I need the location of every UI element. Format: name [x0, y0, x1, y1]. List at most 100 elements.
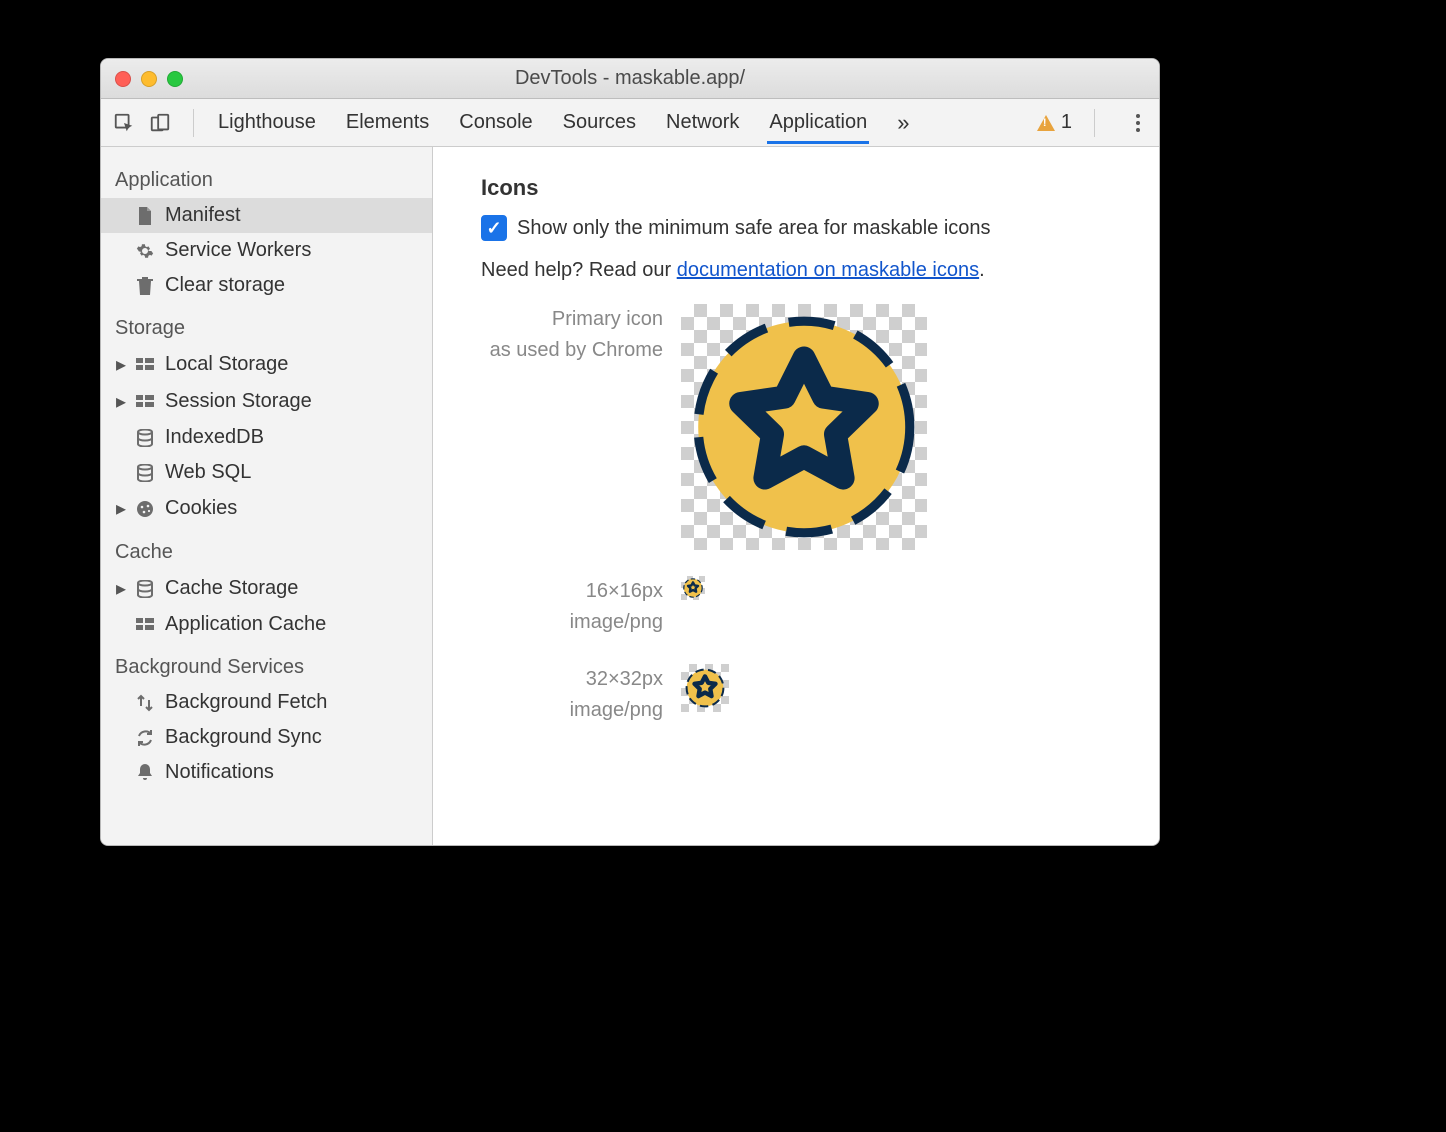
tab-application[interactable]: Application [767, 101, 869, 144]
sidebar-item-notifications[interactable]: Notifications [101, 755, 432, 790]
updown-icon [135, 693, 155, 713]
icons-heading: Icons [481, 175, 1119, 201]
sidebar-group-cache: Cache [101, 527, 432, 570]
icon-row-32: 32×32px image/png [481, 664, 1119, 726]
sidebar-item-clear-storage[interactable]: Clear storage [101, 268, 432, 303]
sidebar-item-label: Clear storage [165, 274, 285, 297]
window-controls [115, 71, 183, 87]
icon-label: 16×16px image/png [481, 576, 681, 638]
icon-label-line2: as used by Chrome [481, 335, 663, 366]
star-icon [689, 312, 919, 542]
content-pane: Icons ✓ Show only the minimum safe area … [433, 147, 1159, 845]
safe-area-checkbox-row[interactable]: ✓ Show only the minimum safe area for ma… [481, 215, 1119, 241]
inspect-element-icon[interactable] [113, 112, 135, 134]
sidebar-item-cache-storage[interactable]: ▸ Cache Storage [101, 570, 432, 607]
panel-tabs: Lighthouse Elements Console Sources Netw… [216, 100, 1023, 146]
icon-preview-32[interactable] [681, 664, 729, 712]
icon-label-line2: image/png [481, 607, 663, 638]
toolbar-separator [1094, 109, 1095, 137]
sidebar-item-manifest[interactable]: Manifest [101, 198, 432, 233]
database-icon [135, 463, 155, 483]
icon-label: 32×32px image/png [481, 664, 681, 726]
icon-row-16: 16×16px image/png [481, 576, 1119, 638]
window-title: DevTools - maskable.app/ [515, 67, 745, 90]
help-link[interactable]: documentation on maskable icons [677, 259, 979, 281]
cookie-icon [135, 499, 155, 519]
sidebar-item-label: Application Cache [165, 613, 326, 636]
sidebar-item-cookies[interactable]: ▸ Cookies [101, 490, 432, 527]
devtools-window: DevTools - maskable.app/ Lighthouse Elem… [100, 58, 1160, 846]
file-icon [135, 206, 155, 226]
tab-lighthouse[interactable]: Lighthouse [216, 101, 318, 144]
warnings-badge[interactable]: 1 [1037, 111, 1072, 134]
sidebar-item-label: Session Storage [165, 390, 312, 413]
warning-count: 1 [1061, 111, 1072, 134]
icon-preview-16[interactable] [681, 576, 705, 600]
sidebar-item-indexeddb[interactable]: IndexedDB [101, 420, 432, 455]
sidebar-item-background-fetch[interactable]: Background Fetch [101, 685, 432, 720]
help-suffix: . [979, 259, 985, 281]
icon-label-line1: 16×16px [481, 576, 663, 607]
sidebar-item-label: Background Fetch [165, 691, 327, 714]
bell-icon [135, 763, 155, 783]
icon-label-line1: Primary icon [481, 304, 663, 335]
sidebar-item-label: Cookies [165, 497, 237, 520]
sidebar-item-local-storage[interactable]: ▸ Local Storage [101, 346, 432, 383]
chevron-right-icon: ▸ [115, 496, 127, 521]
icon-label-line2: image/png [481, 695, 663, 726]
checkbox-icon[interactable]: ✓ [481, 215, 507, 241]
tab-console[interactable]: Console [457, 101, 534, 144]
grid-icon [135, 615, 155, 635]
sidebar-group-background-services: Background Services [101, 642, 432, 685]
sidebar-item-session-storage[interactable]: ▸ Session Storage [101, 383, 432, 420]
help-prefix: Need help? Read our [481, 259, 677, 281]
sidebar-item-service-workers[interactable]: Service Workers [101, 233, 432, 268]
chevron-right-icon: ▸ [115, 576, 127, 601]
tab-overflow-button[interactable]: » [895, 100, 911, 146]
warning-icon [1037, 115, 1055, 131]
sidebar-item-label: Local Storage [165, 353, 288, 376]
database-icon [135, 579, 155, 599]
tab-elements[interactable]: Elements [344, 101, 431, 144]
sidebar-item-label: Notifications [165, 761, 274, 784]
help-text: Need help? Read our documentation on mas… [481, 259, 1119, 282]
grid-icon [135, 355, 155, 375]
sidebar-item-label: Web SQL [165, 461, 251, 484]
sidebar-item-label: Cache Storage [165, 577, 298, 600]
sidebar-item-background-sync[interactable]: Background Sync [101, 720, 432, 755]
body: Application Manifest Service Workers Cle… [101, 147, 1159, 845]
icon-label-line1: 32×32px [481, 664, 663, 695]
devtools-toolbar: Lighthouse Elements Console Sources Netw… [101, 99, 1159, 147]
device-toolbar-icon[interactable] [149, 112, 171, 134]
sidebar-group-storage: Storage [101, 303, 432, 346]
star-icon [683, 578, 703, 598]
trash-icon [135, 276, 155, 296]
chevron-right-icon: ▸ [115, 389, 127, 414]
icon-label: Primary icon as used by Chrome [481, 304, 681, 366]
database-icon [135, 428, 155, 448]
toolbar-separator [193, 109, 194, 137]
tab-sources[interactable]: Sources [561, 101, 638, 144]
icon-row-primary: Primary icon as used by Chrome [481, 304, 1119, 550]
sidebar: Application Manifest Service Workers Cle… [101, 147, 433, 845]
titlebar: DevTools - maskable.app/ [101, 59, 1159, 99]
sidebar-group-application: Application [101, 155, 432, 198]
sidebar-item-label: Service Workers [165, 239, 311, 262]
sidebar-item-label: Manifest [165, 204, 241, 227]
close-window-button[interactable] [115, 71, 131, 87]
sidebar-item-web-sql[interactable]: Web SQL [101, 455, 432, 490]
settings-menu-button[interactable] [1129, 114, 1147, 132]
icon-preview-primary[interactable] [681, 304, 927, 550]
sidebar-item-label: IndexedDB [165, 426, 264, 449]
gear-icon [135, 241, 155, 261]
sidebar-item-application-cache[interactable]: Application Cache [101, 607, 432, 642]
chevron-right-icon: ▸ [115, 352, 127, 377]
star-icon [685, 668, 725, 708]
grid-icon [135, 392, 155, 412]
tab-network[interactable]: Network [664, 101, 741, 144]
checkbox-label: Show only the minimum safe area for mask… [517, 217, 991, 240]
minimize-window-button[interactable] [141, 71, 157, 87]
zoom-window-button[interactable] [167, 71, 183, 87]
sync-icon [135, 728, 155, 748]
sidebar-item-label: Background Sync [165, 726, 322, 749]
